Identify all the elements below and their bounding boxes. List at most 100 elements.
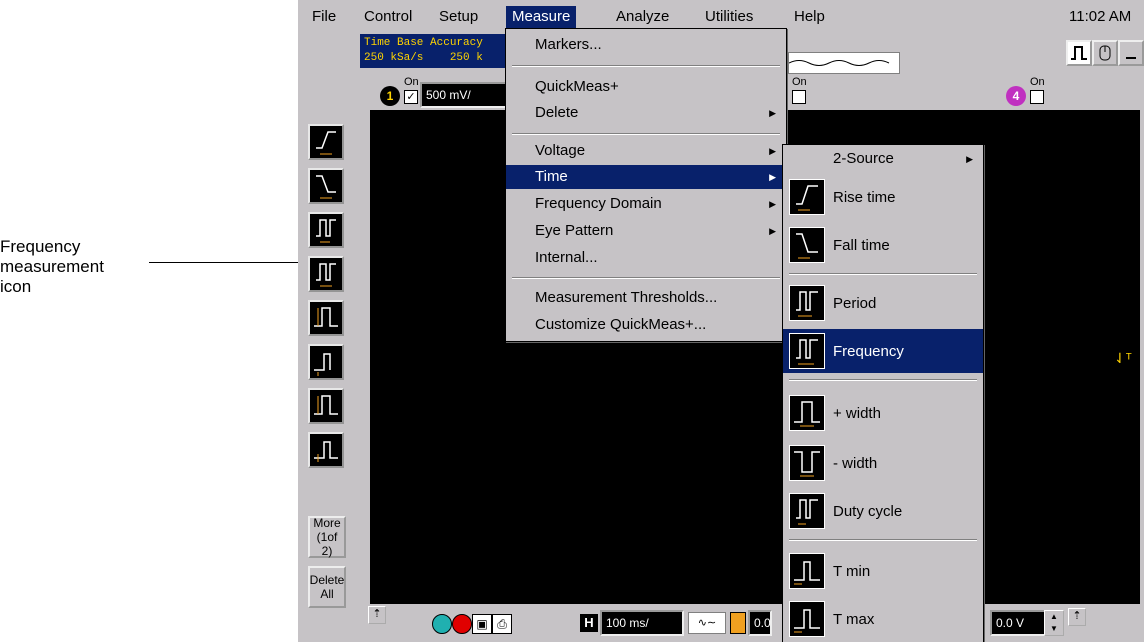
delete-all-button[interactable]: Delete All: [308, 566, 346, 608]
menu-item-eye-pattern[interactable]: Eye Pattern ▶: [506, 219, 786, 243]
rise-time-icon: [316, 131, 336, 155]
plus-width-tool[interactable]: [308, 300, 344, 336]
submenu-item-duty-cycle[interactable]: Duty cycle: [783, 489, 983, 533]
oscilloscope-app-window: File Control Setup Measure Analyze Utili…: [298, 0, 1144, 642]
delay-marker-icon[interactable]: [730, 612, 746, 634]
menu-item-quickmeas[interactable]: QuickMeas+: [506, 75, 786, 99]
measure-menu: Markers... QuickMeas+ Delete ▶ Voltage ▶ T…: [505, 28, 787, 342]
submenu-item-2-source[interactable]: 2-Source ▶: [783, 147, 983, 171]
scroll-up-button[interactable]: ⇡: [368, 606, 386, 624]
print-icon[interactable]: ⎙: [492, 614, 512, 634]
menu-control[interactable]: Control: [364, 8, 412, 26]
coupling-icon[interactable]: ∿∼: [688, 612, 726, 634]
trigger-level-field[interactable]: 0.0 V: [990, 610, 1048, 636]
menu-file[interactable]: File: [312, 8, 336, 26]
mouse-mode-button[interactable]: [1092, 40, 1118, 66]
time-submenu: 2-Source ▶ Rise time Fall time Period Fre…: [782, 144, 984, 642]
frequency-icon: [316, 263, 336, 287]
menu-separator: [512, 65, 780, 67]
menu-item-time-label: Time: [535, 168, 568, 185]
submenu-arrow-icon: ▶: [769, 146, 776, 156]
fall-time-tool[interactable]: [308, 168, 344, 204]
channel-1-badge[interactable]: 1: [380, 86, 400, 106]
submenu-item-period-label: Period: [833, 295, 877, 312]
plus-width-icon: [314, 307, 338, 327]
trigger-level-marker-icon: ⇃ᵀ: [1114, 350, 1132, 366]
channel-1-checkbox[interactable]: ✓: [404, 90, 418, 104]
menu-item-delete[interactable]: Delete ▶: [506, 101, 786, 125]
delay-field[interactable]: 0.0: [748, 610, 772, 636]
status-line-1: Time Base Accuracy: [364, 37, 483, 49]
menu-item-eye-pattern-label: Eye Pattern: [535, 222, 614, 239]
submenu-item-duty-cycle-label: Duty cycle: [833, 503, 903, 520]
submenu-item-minus-width[interactable]: - width: [783, 441, 983, 485]
t-min-icon: [789, 553, 825, 589]
pulse-icon: [1071, 46, 1087, 60]
submenu-item-frequency[interactable]: Frequency: [783, 329, 983, 373]
menu-analyze[interactable]: Analyze: [616, 8, 669, 26]
submenu-item-fall-time[interactable]: Fall time: [783, 223, 983, 267]
delete-all-label-2: All: [320, 587, 334, 601]
trigger-arrow-icon[interactable]: ⇡: [1068, 608, 1086, 626]
more-button-page: (1of 2): [316, 530, 338, 558]
menu-utilities[interactable]: Utilities: [705, 8, 753, 26]
submenu-item-minus-width-label: - width: [833, 455, 878, 472]
run-button[interactable]: [432, 614, 452, 634]
channel-4-checkbox[interactable]: [1030, 90, 1044, 104]
stop-button[interactable]: [452, 614, 472, 634]
plus-width-icon: [789, 395, 825, 431]
callout-line-2: measurement: [0, 257, 104, 276]
submenu-item-t-max[interactable]: T max: [783, 597, 983, 641]
more-button-label: More: [313, 516, 341, 530]
waveform-preview: [788, 52, 900, 74]
menu-measure[interactable]: Measure: [506, 6, 577, 28]
graph-mode-button[interactable]: [1066, 40, 1092, 66]
menu-item-time[interactable]: Time ▶: [506, 165, 786, 189]
callout-label: Frequency measurement icon: [0, 237, 150, 297]
submenu-item-plus-width-label: + width: [833, 405, 881, 422]
submenu-item-rise-time[interactable]: Rise time: [783, 175, 983, 219]
channel-3-checkbox[interactable]: [792, 90, 806, 104]
minimize-button[interactable]: [1118, 40, 1144, 66]
menu-separator: [512, 277, 780, 279]
menu-item-markers[interactable]: Markers...: [506, 33, 786, 57]
duty-cycle-icon: [314, 395, 338, 415]
fall-time-icon: [789, 227, 825, 263]
submenu-item-rise-time-label: Rise time: [833, 189, 896, 206]
menu-item-customize-quickmeas[interactable]: Customize QuickMeas+...: [506, 313, 786, 337]
menu-item-internal[interactable]: Internal...: [506, 246, 786, 270]
t-min-tool[interactable]: [308, 432, 344, 468]
menu-help[interactable]: Help: [794, 8, 825, 26]
period-icon: [789, 285, 825, 321]
minus-width-tool[interactable]: [308, 344, 344, 380]
horizontal-badge[interactable]: H: [580, 614, 598, 632]
channel-4-badge[interactable]: 4: [1006, 86, 1026, 106]
channel-1-scale[interactable]: 500 mV/: [420, 82, 512, 108]
duty-cycle-tool[interactable]: [308, 388, 344, 424]
submenu-item-period[interactable]: Period: [783, 281, 983, 325]
rise-time-tool[interactable]: [308, 124, 344, 160]
menu-separator: [512, 133, 780, 135]
frequency-tool[interactable]: [308, 256, 344, 292]
trigger-level-spinner[interactable]: ▲ ▼: [1044, 610, 1064, 636]
minus-width-icon: [314, 353, 331, 376]
submenu-arrow-icon: ▶: [966, 154, 973, 164]
frequency-icon: [789, 333, 825, 369]
submenu-item-2-source-label: 2-Source: [833, 150, 894, 167]
timebase-field[interactable]: 100 ms/: [600, 610, 684, 636]
callout-leader-line: [149, 262, 298, 263]
save-icon[interactable]: ▣: [472, 614, 492, 634]
menu-item-frequency-domain[interactable]: Frequency Domain ▶: [506, 192, 786, 216]
submenu-item-plus-width[interactable]: + width: [783, 391, 983, 435]
submenu-item-t-min[interactable]: T min: [783, 549, 983, 593]
channel-3-on-label: On: [792, 76, 807, 88]
submenu-arrow-icon: ▶: [769, 226, 776, 236]
status-panel: Time Base Accuracy 250 kSa/s 250 k: [360, 34, 510, 68]
menu-setup[interactable]: Setup: [439, 8, 478, 26]
period-tool[interactable]: [308, 212, 344, 248]
submenu-arrow-icon: ▶: [769, 199, 776, 209]
more-button[interactable]: More (1of 2): [308, 516, 346, 558]
menu-item-voltage[interactable]: Voltage ▶: [506, 139, 786, 163]
clock-display: 11:02 AM: [1069, 8, 1132, 25]
menu-item-measurement-thresholds[interactable]: Measurement Thresholds...: [506, 286, 786, 310]
